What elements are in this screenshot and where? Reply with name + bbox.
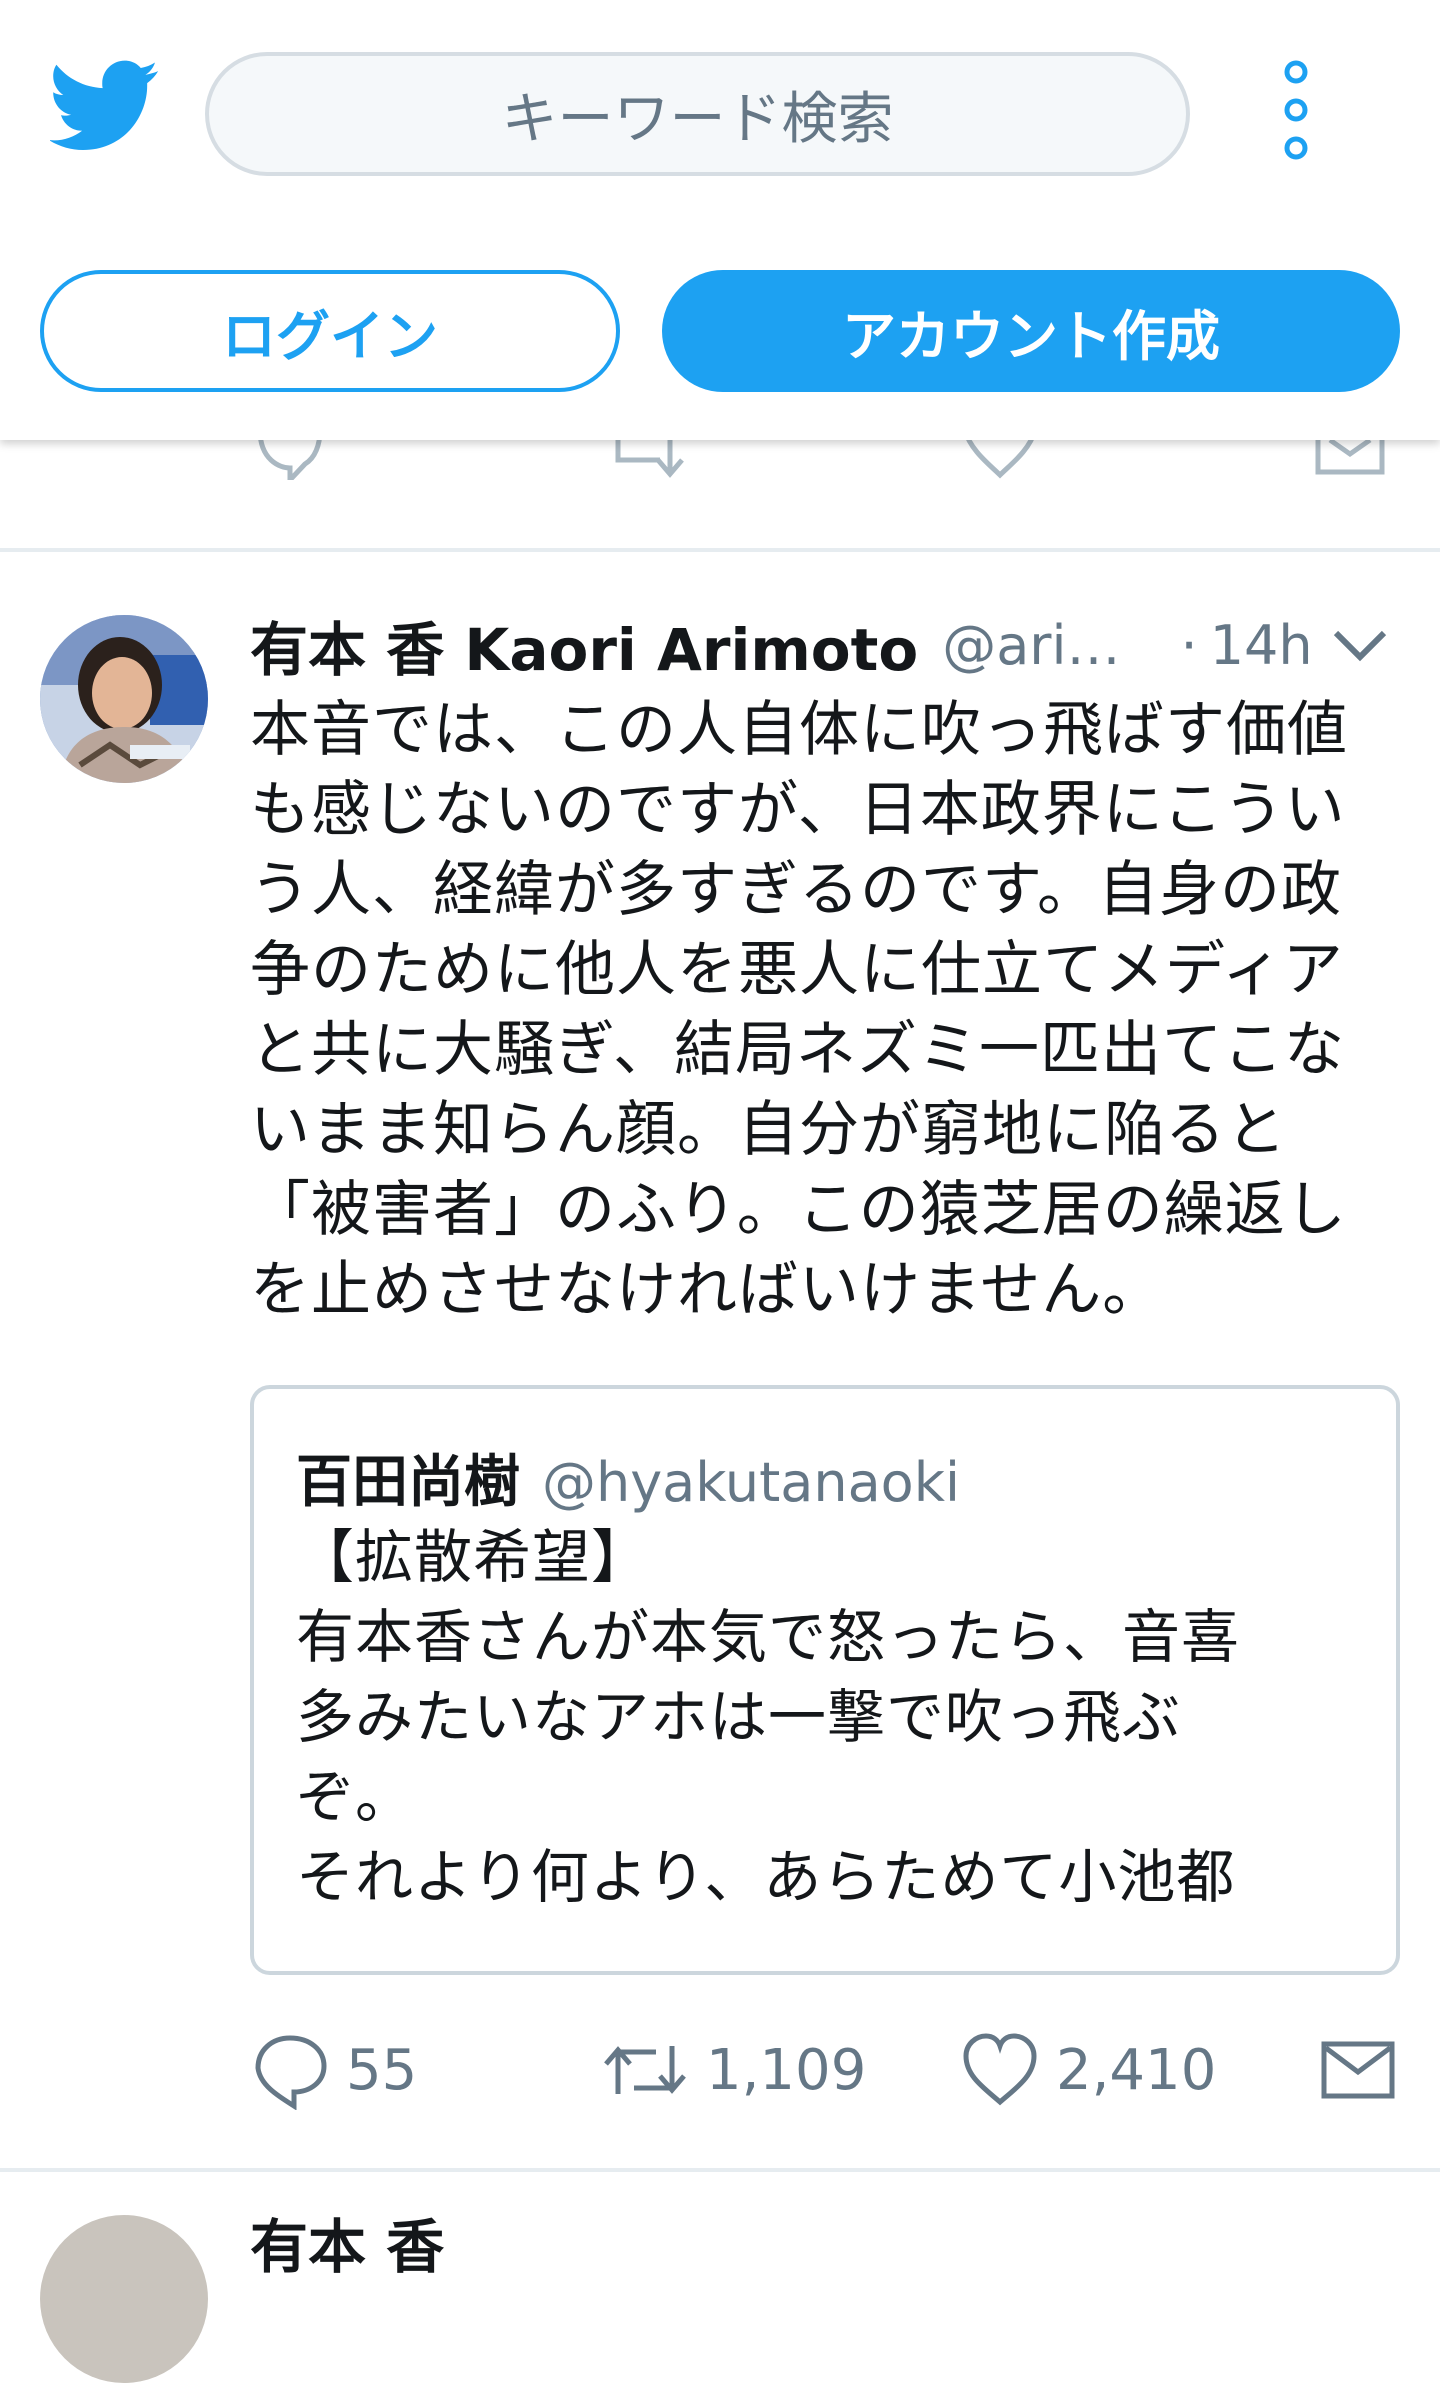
dm-action[interactable]: [1318, 2020, 1398, 2120]
twitter-bird-icon[interactable]: [50, 60, 160, 152]
separator-dot: ·: [1180, 613, 1198, 677]
quote-author-handle: @hyakutanaoki: [542, 1451, 960, 1514]
author-name[interactable]: 有本 香 Kaori Arimoto: [250, 603, 918, 687]
dm-icon: [1321, 2041, 1395, 2099]
quote-header: 百田尚樹 @hyakutanaoki: [296, 1437, 960, 1518]
quoted-tweet[interactable]: 百田尚樹 @hyakutanaoki 【拡散希望】 有本香さんが本気で怒ったら、…: [250, 1385, 1400, 1975]
divider: [0, 548, 1440, 552]
next-tweet-author[interactable]: 有本 香: [250, 2200, 444, 2284]
login-button[interactable]: ログイン: [40, 270, 620, 392]
like-action[interactable]: 2,410: [960, 2020, 1216, 2120]
more-vertical-icon[interactable]: [1280, 60, 1312, 160]
retweet-action[interactable]: 1,109: [600, 2020, 866, 2120]
divider: [0, 2168, 1440, 2172]
chevron-down-icon[interactable]: [1330, 625, 1390, 665]
reply-count: 55: [346, 2037, 418, 2103]
search-input[interactable]: キーワード検索: [205, 52, 1190, 176]
quote-text: 【拡散希望】 有本香さんが本気で怒ったら、音喜 多みたいなアホは一撃で吹っ飛ぶ …: [296, 1523, 1241, 1911]
signup-button[interactable]: アカウント作成: [662, 270, 1400, 392]
tweet-time[interactable]: 14h: [1210, 614, 1313, 677]
top-bar: キーワード検索 ログイン アカウント作成: [0, 0, 1440, 440]
like-count: 2,410: [1056, 2037, 1217, 2103]
quote-author-name: 百田尚樹: [296, 1450, 520, 1515]
like-icon: [963, 2033, 1037, 2106]
author-handle[interactable]: @ari…: [942, 614, 1120, 677]
avatar[interactable]: [40, 615, 208, 783]
retweet-icon: [604, 2046, 686, 2094]
retweet-count: 1,109: [706, 2037, 867, 2103]
tweet-text: 本音では、この人自体に吹っ飛ばす価値 も感じないのですが、日本政界にこうい う人…: [250, 695, 1348, 1325]
tweet-header: 有本 香 Kaori Arimoto @ari… · 14h: [250, 605, 1410, 685]
tweet-actions: 55 1,109 2,410: [0, 2020, 1440, 2120]
reply-icon: [255, 2035, 327, 2110]
next-tweet-avatar[interactable]: [40, 2215, 208, 2383]
reply-action[interactable]: 55: [250, 2020, 417, 2120]
